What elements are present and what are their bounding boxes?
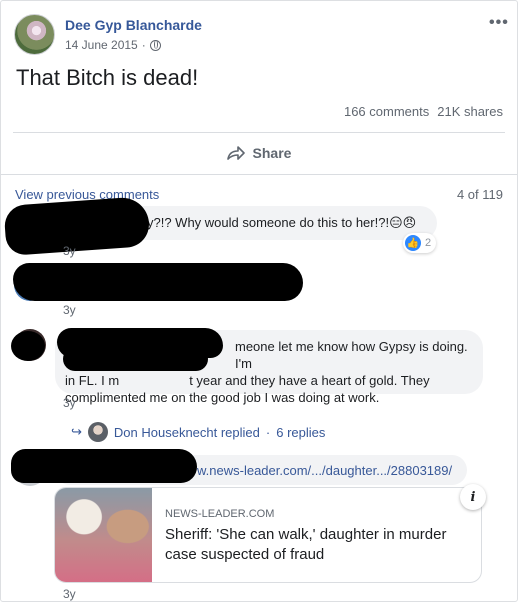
comment-age[interactable]: 3y: [63, 303, 76, 317]
globe-icon[interactable]: [149, 39, 161, 51]
link-preview-card[interactable]: NEWS-LEADER.COM Sheriff: 'She can walk,'…: [54, 487, 482, 583]
reply-author: Don Houseknecht replied: [113, 424, 260, 440]
reply-separator: ·: [265, 424, 271, 440]
shares-count[interactable]: 21K shares: [437, 104, 503, 119]
meta-separator: ·: [141, 38, 146, 52]
link-preview-image: [55, 488, 152, 582]
redaction-mark: [13, 263, 303, 301]
redaction-mark: [11, 449, 197, 483]
link-title: Sheriff: 'She can walk,' daughter in mur…: [165, 526, 447, 563]
reaction-count: 2: [425, 237, 432, 249]
post-meta: 14 June 2015 ·: [65, 38, 161, 52]
redaction-mark: [3, 196, 151, 256]
divider: [1, 174, 517, 175]
share-icon: [226, 146, 245, 160]
share-label: Share: [252, 145, 292, 161]
comment-text-fragment: in FL. I m: [65, 373, 120, 388]
post-date[interactable]: 14 June 2015: [65, 38, 138, 52]
reply-count: 6 replies: [276, 424, 326, 440]
info-icon[interactable]: i: [460, 484, 486, 510]
engagement-counts: 166 comments 21K shares: [344, 104, 503, 119]
author-name[interactable]: Dee Gyp Blancharde: [65, 17, 202, 33]
comment-age[interactable]: 3y: [63, 396, 76, 410]
comment-link[interactable]: w.news-leader.com/.../daughter.../288031…: [197, 463, 452, 478]
comments-count[interactable]: 166 comments: [344, 104, 429, 119]
redaction-mark: [63, 347, 208, 371]
like-icon: 👍: [405, 235, 421, 251]
author-avatar[interactable]: [14, 14, 55, 55]
reply-avatar: [87, 422, 108, 442]
share-button[interactable]: Share: [1, 142, 517, 164]
reaction-summary[interactable]: 👍 2: [403, 233, 437, 253]
redaction-mark: [11, 331, 45, 361]
post-text: That Bitch is dead!: [16, 65, 199, 90]
link-source: NEWS-LEADER.COM: [165, 508, 275, 520]
reply-arrow-icon: ↪: [71, 424, 82, 439]
divider: [13, 132, 505, 133]
comment-age[interactable]: 3y: [63, 244, 76, 258]
more-options-icon[interactable]: •••: [489, 14, 509, 32]
post-card: Dee Gyp Blancharde 14 June 2015 · ••• Th…: [0, 0, 518, 602]
comment-text-fragment: t year and they have a heart of gold. Th…: [189, 373, 430, 388]
comment-text: y?!? Why would someone do this to her!?!…: [147, 215, 417, 230]
replies-link[interactable]: ↪ Don Houseknecht replied · 6 replies: [71, 422, 325, 442]
comments-pagination-count: 4 of 119: [456, 187, 503, 202]
comment-age[interactable]: 3y: [63, 587, 76, 601]
comment-text-line: in FL. I m t year and they have a heart o…: [65, 372, 473, 389]
comment-text-line: complimented me on the good job I was do…: [65, 390, 380, 405]
